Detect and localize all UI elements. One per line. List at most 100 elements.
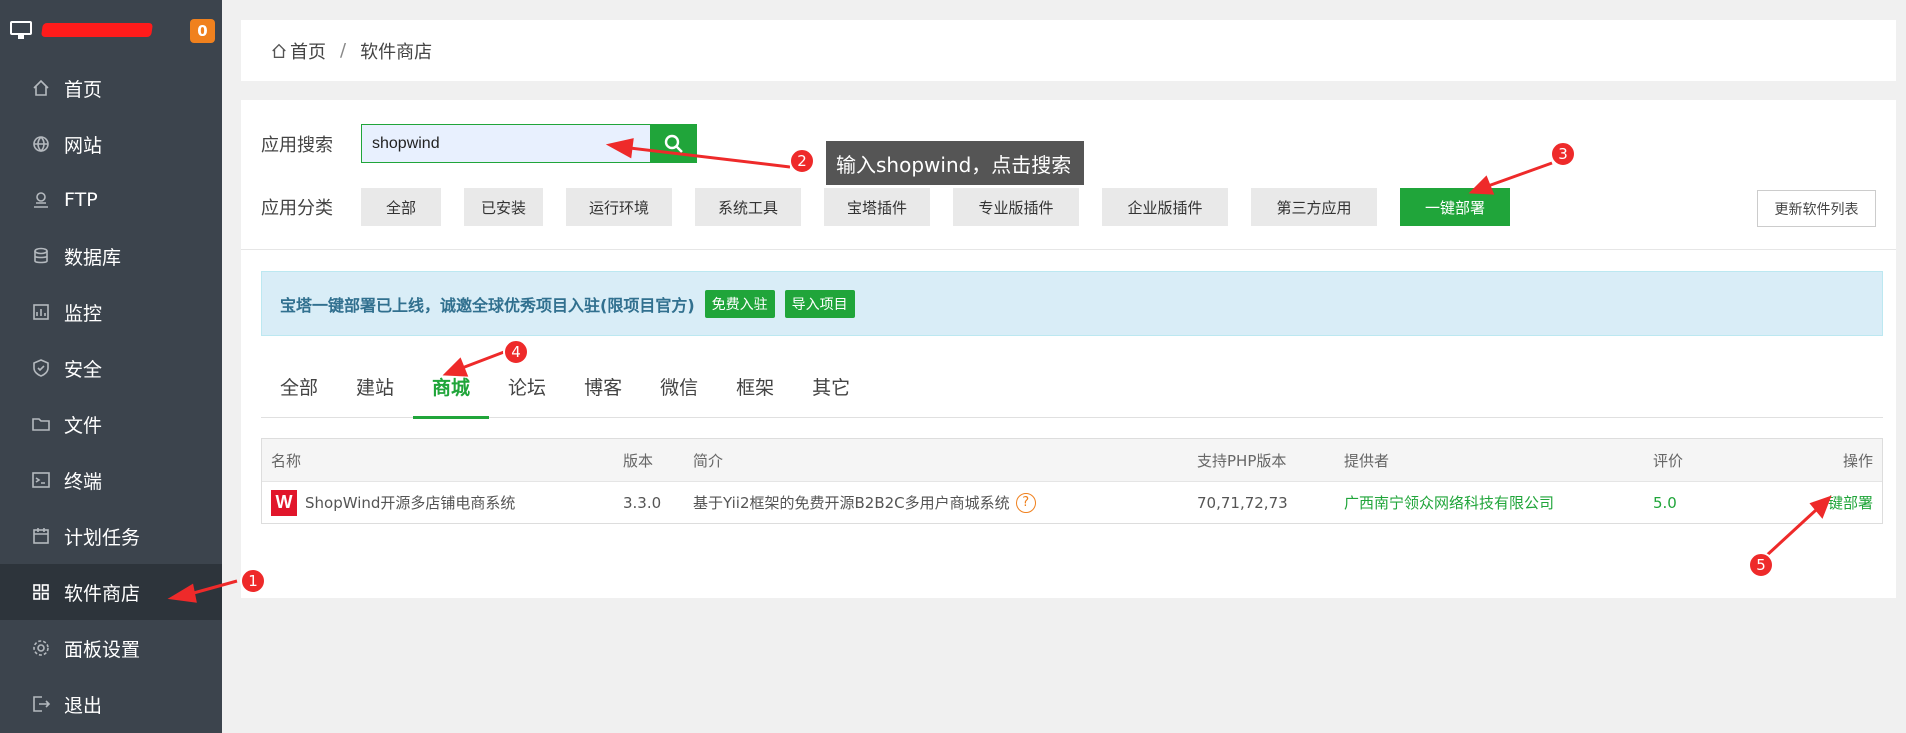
help-icon[interactable]: ?	[1015, 492, 1036, 513]
breadcrumb: 首页 / 软件商店	[241, 20, 1896, 81]
terminal-icon	[30, 469, 52, 491]
app-desc-cell: 基于Yii2框架的免费开源B2B2C多用户商城系统 ?	[693, 482, 1036, 523]
search-input[interactable]: shopwind	[361, 124, 651, 163]
table-header: 名称 版本 简介 支持PHP版本 提供者 评价 操作	[262, 439, 1882, 482]
free-join-button[interactable]: 免费入驻	[704, 289, 775, 318]
sidebar-item-label: 网站	[64, 134, 103, 157]
col-php: 支持PHP版本	[1197, 451, 1287, 470]
category-all[interactable]: 全部	[361, 188, 441, 226]
step-marker-3: 3	[1550, 141, 1576, 167]
one-click-deploy-link[interactable]: 一键部署	[1813, 482, 1873, 523]
sidebar-item-label: 计划任务	[64, 526, 141, 549]
step-marker-5: 5	[1748, 552, 1774, 578]
col-action: 操作	[1842, 451, 1873, 470]
app-name: ShopWind开源多店铺电商系统	[305, 494, 516, 512]
deploy-notice: 宝塔一键部署已上线，诚邀全球优秀项目入驻(限项目官方) 免费入驻 导入项目	[261, 271, 1883, 336]
sidebar-item-label: 软件商店	[64, 582, 141, 605]
notice-text: 宝塔一键部署已上线，诚邀全球优秀项目入驻(限项目官方)	[280, 295, 695, 315]
divider	[241, 249, 1896, 250]
tab-site-building[interactable]: 建站	[337, 354, 413, 418]
breadcrumb-separator: /	[340, 40, 347, 61]
folder-icon	[30, 413, 52, 435]
sidebar-item-database[interactable]: 数据库	[0, 228, 222, 284]
app-rating: 5.0	[1653, 493, 1677, 512]
col-rating: 评价	[1653, 451, 1684, 470]
app-desc: 基于Yii2框架的免费开源B2B2C多用户商城系统	[693, 494, 1010, 512]
search-label: 应用搜索	[261, 134, 333, 156]
sidebar-item-cron[interactable]: 计划任务	[0, 508, 222, 564]
app-php-versions: 70,71,72,73	[1197, 493, 1288, 512]
search-button[interactable]	[651, 124, 697, 163]
sidebar-item-label: 数据库	[64, 246, 122, 269]
category-bt-plugins[interactable]: 宝塔插件	[824, 188, 930, 226]
sidebar-item-website[interactable]: 网站	[0, 116, 222, 172]
col-desc: 简介	[693, 451, 724, 470]
app-provider-link[interactable]: 广西南宁领众网络科技有限公司	[1344, 482, 1554, 523]
gear-icon	[30, 637, 52, 659]
tab-other[interactable]: 其它	[793, 354, 869, 418]
monitor-icon	[10, 21, 32, 39]
sidebar-item-home[interactable]: 首页	[0, 60, 222, 116]
tab-forum[interactable]: 论坛	[489, 354, 565, 418]
category-third-party[interactable]: 第三方应用	[1251, 188, 1377, 226]
sidebar-item-ftp[interactable]: FTP	[0, 172, 222, 228]
table-row: W ShopWind开源多店铺电商系统 3.3.0 基于Yii2框架的免费开源B…	[262, 482, 1882, 523]
breadcrumb-home-link[interactable]: 首页	[290, 38, 326, 64]
globe-icon	[30, 133, 52, 155]
tab-mall[interactable]: 商城	[413, 354, 490, 419]
sidebar-item-files[interactable]: 文件	[0, 396, 222, 452]
category-one-click-deploy[interactable]: 一键部署	[1400, 188, 1510, 226]
step-marker-1: 1	[240, 568, 266, 594]
sidebar-item-logout[interactable]: 退出	[0, 676, 222, 732]
tab-framework[interactable]: 框架	[717, 354, 793, 418]
search-icon	[664, 134, 683, 153]
search-row: 应用搜索 shopwind	[261, 124, 697, 163]
sidebar-item-label: 文件	[64, 414, 103, 437]
home-icon	[270, 42, 288, 60]
ftp-icon	[30, 189, 52, 211]
tab-wechat[interactable]: 微信	[641, 354, 717, 418]
category-runtime[interactable]: 运行环境	[566, 188, 672, 226]
deploy-category-tabs: 全部 建站 商城 论坛 博客 微信 框架 其它	[261, 354, 1883, 419]
col-provider: 提供者	[1344, 451, 1390, 470]
category-pro-plugins[interactable]: 专业版插件	[953, 188, 1079, 226]
breadcrumb-current: 软件商店	[360, 41, 433, 63]
category-label: 应用分类	[261, 198, 333, 219]
home-icon	[30, 77, 52, 99]
redacted-server-name	[41, 23, 153, 37]
shopwind-logo: W	[271, 489, 297, 516]
sidebar: 0 首页 网站 FTP 数据库 监控 安全 文件 终端 计划任务 软件商店 面板…	[0, 0, 222, 733]
shield-icon	[30, 357, 52, 379]
category-system-tools[interactable]: 系统工具	[695, 188, 801, 226]
tab-blog[interactable]: 博客	[565, 354, 641, 418]
notification-badge[interactable]: 0	[190, 19, 215, 43]
logout-icon	[30, 693, 52, 715]
app-version: 3.3.0	[623, 493, 662, 512]
app-name-cell: W ShopWind开源多店铺电商系统	[271, 482, 515, 523]
sidebar-item-label: 面板设置	[64, 638, 141, 661]
sidebar-item-software-store[interactable]: 软件商店	[0, 564, 222, 620]
sidebar-item-panel-settings[interactable]: 面板设置	[0, 620, 222, 676]
instruction-tooltip: 输入shopwind，点击搜索	[826, 141, 1084, 185]
grid-icon	[30, 581, 52, 603]
update-software-list-button[interactable]: 更新软件列表	[1757, 190, 1876, 227]
category-enterprise-plugins[interactable]: 企业版插件	[1102, 188, 1228, 226]
monitor-chart-icon	[30, 301, 52, 323]
col-version: 版本	[623, 451, 654, 470]
step-marker-2: 2	[789, 148, 815, 174]
category-installed[interactable]: 已安装	[464, 188, 543, 226]
tab-all[interactable]: 全部	[261, 354, 337, 418]
sidebar-item-terminal[interactable]: 终端	[0, 452, 222, 508]
category-row: 应用分类 全部 已安装 运行环境 系统工具 宝塔插件 专业版插件 企业版插件 第…	[261, 188, 1533, 226]
sidebar-header: 0	[0, 0, 222, 60]
sidebar-item-monitor[interactable]: 监控	[0, 284, 222, 340]
sidebar-item-label: FTP	[64, 189, 98, 211]
sidebar-item-label: 终端	[64, 470, 103, 493]
step-marker-4: 4	[503, 339, 529, 365]
sidebar-item-security[interactable]: 安全	[0, 340, 222, 396]
sidebar-item-label: 监控	[64, 302, 103, 325]
sidebar-item-label: 安全	[64, 358, 103, 381]
import-project-button[interactable]: 导入项目	[784, 289, 855, 318]
sidebar-item-label: 退出	[64, 694, 103, 717]
sidebar-item-label: 首页	[64, 78, 103, 101]
